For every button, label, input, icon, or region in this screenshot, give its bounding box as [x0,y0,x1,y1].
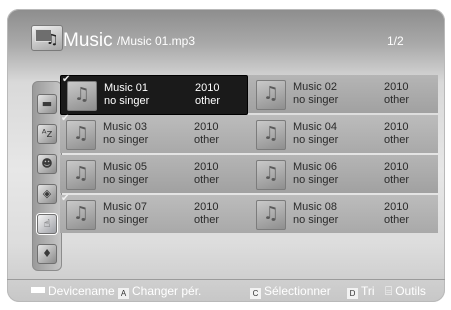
select-button[interactable]: C Sélectionner [250,284,331,299]
item-title: Music 01 [104,82,149,94]
page-title: Music [63,30,113,51]
item-singer: no singer [293,94,339,106]
item-genre: other [194,214,220,226]
music-note-icon: ♫ [72,123,90,144]
item-singer: no singer [103,134,149,146]
item-year: 2010 [194,121,219,133]
item-title: Music 03 [103,121,148,133]
sidebar-item-folder[interactable]: ▬ [37,94,57,114]
music-item[interactable]: ♫ ✔ Music 03 no singer 2010 other [60,113,246,153]
music-thumbnail: ♫ [256,200,286,230]
music-item[interactable]: ♫ Music 02 no singer 2010 other [250,75,436,113]
item-year: 2010 [384,201,409,213]
music-item[interactable]: ♫ Music 06 no singer 2010 other [250,155,436,193]
item-title: Music 06 [293,161,338,173]
item-year: 2010 [194,161,219,173]
tools-button[interactable]: ⌸ Outils [385,284,426,299]
genre-icon: ☝ [43,217,51,230]
item-singer: no singer [103,174,149,186]
current-path: /Music 01.mp3 [117,34,196,48]
check-icon: ✔ [62,74,71,85]
music-thumbnail: ♫ [66,160,96,190]
item-singer: no singer [293,134,339,146]
item-genre: other [194,174,220,186]
category-sidebar: ▬ ᴬz ☻ ◈ ☝ ♦ [32,81,62,271]
music-thumbnail: ♫ [66,200,96,230]
mood-icon: ♦ [42,247,52,260]
header: ♫ Music /Music 01.mp3 1/2 [7,9,445,61]
sidebar-item-artist[interactable]: ☻ [37,154,57,174]
footer-bar: Devicename A Changer pér. C Sélectionner D… [7,279,445,302]
change-device-button[interactable]: A Changer pér. [118,284,201,299]
tv-frame: ♫ Music /Music 01.mp3 1/2 ▬ ᴬz ☻ ◈ ☝ ♦ ♫… [0,0,451,310]
music-note-icon: ♫ [72,163,90,184]
item-title: Music 02 [293,81,338,93]
item-singer: no singer [103,214,149,226]
item-genre: other [384,214,410,226]
sort-button[interactable]: D Tri [347,284,375,299]
music-item[interactable]: ♫ Music 04 no singer 2010 other [250,115,436,153]
item-genre: other [195,95,221,107]
d-key-icon: D [347,288,358,299]
music-browser-screen: ♫ Music /Music 01.mp3 1/2 ▬ ᴬz ☻ ◈ ☝ ♦ ♫… [7,9,445,302]
item-genre: other [384,174,410,186]
item-genre: other [194,134,220,146]
sidebar-item-album[interactable]: ◈ [37,184,57,204]
item-singer: no singer [293,214,339,226]
music-note-icon: ♫ [72,203,90,224]
sidebar-item-mood[interactable]: ♦ [37,244,57,264]
music-item[interactable]: ♫ ✔ Music 07 no singer 2010 other [60,193,246,233]
music-item[interactable]: ♫ Music 08 no singer 2010 other [250,195,436,233]
check-icon: ✔ [61,193,70,204]
device-label: Devicename [48,284,115,298]
c-key-icon: C [250,288,261,299]
page-indicator: 1/2 [387,34,404,48]
music-thumbnail: ♫ [66,120,96,150]
item-year: 2010 [384,161,409,173]
music-thumbnail: ♫ [256,160,286,190]
folder-icon: ▬ [41,97,53,110]
sidebar-item-genre[interactable]: ☝ [37,214,57,234]
music-thumbnail: ♫ [67,81,97,111]
device-key-icon [31,287,45,293]
music-item[interactable]: ♫ Music 05 no singer 2010 other [60,155,246,193]
music-thumbnail: ♫ [256,120,286,150]
device-button[interactable]: Devicename [31,284,115,298]
sort-az-icon: ᴬz [41,127,53,140]
music-thumbnail: ♫ [256,80,286,110]
music-note-icon: ♫ [262,163,280,184]
music-note-icon: ♫ [73,84,91,105]
item-title: Music 08 [293,201,338,213]
change-label: Changer pér. [132,284,202,298]
item-singer: no singer [104,95,150,107]
item-title: Music 05 [103,161,148,173]
item-title: Music 07 [103,201,148,213]
music-item[interactable]: ♫ ✔ Music 01 no singer 2010 other [60,74,248,115]
item-genre: other [384,94,410,106]
select-label: Sélectionner [264,284,331,298]
check-icon: ✔ [61,113,70,124]
sort-label: Tri [361,284,375,298]
item-year: 2010 [384,121,409,133]
item-genre: other [384,134,410,146]
item-singer: no singer [293,174,339,186]
album-icon: ◈ [42,187,52,200]
music-note-icon: ♫ [262,83,280,104]
artist-icon: ☻ [41,157,53,170]
music-note-icon: ♫ [262,123,280,144]
item-title: Music 04 [293,121,338,133]
item-year: 2010 [384,81,409,93]
music-note-icon: ♫ [262,203,280,224]
sidebar-item-title-sort[interactable]: ᴬz [37,124,57,144]
tools-icon: ⌸ [385,284,393,298]
music-folder-icon: ♫ [31,25,63,51]
item-year: 2010 [194,201,219,213]
a-key-icon: A [118,288,129,299]
item-year: 2010 [195,82,220,94]
tools-label: Outils [395,284,426,298]
note-icon: ♫ [46,32,59,48]
